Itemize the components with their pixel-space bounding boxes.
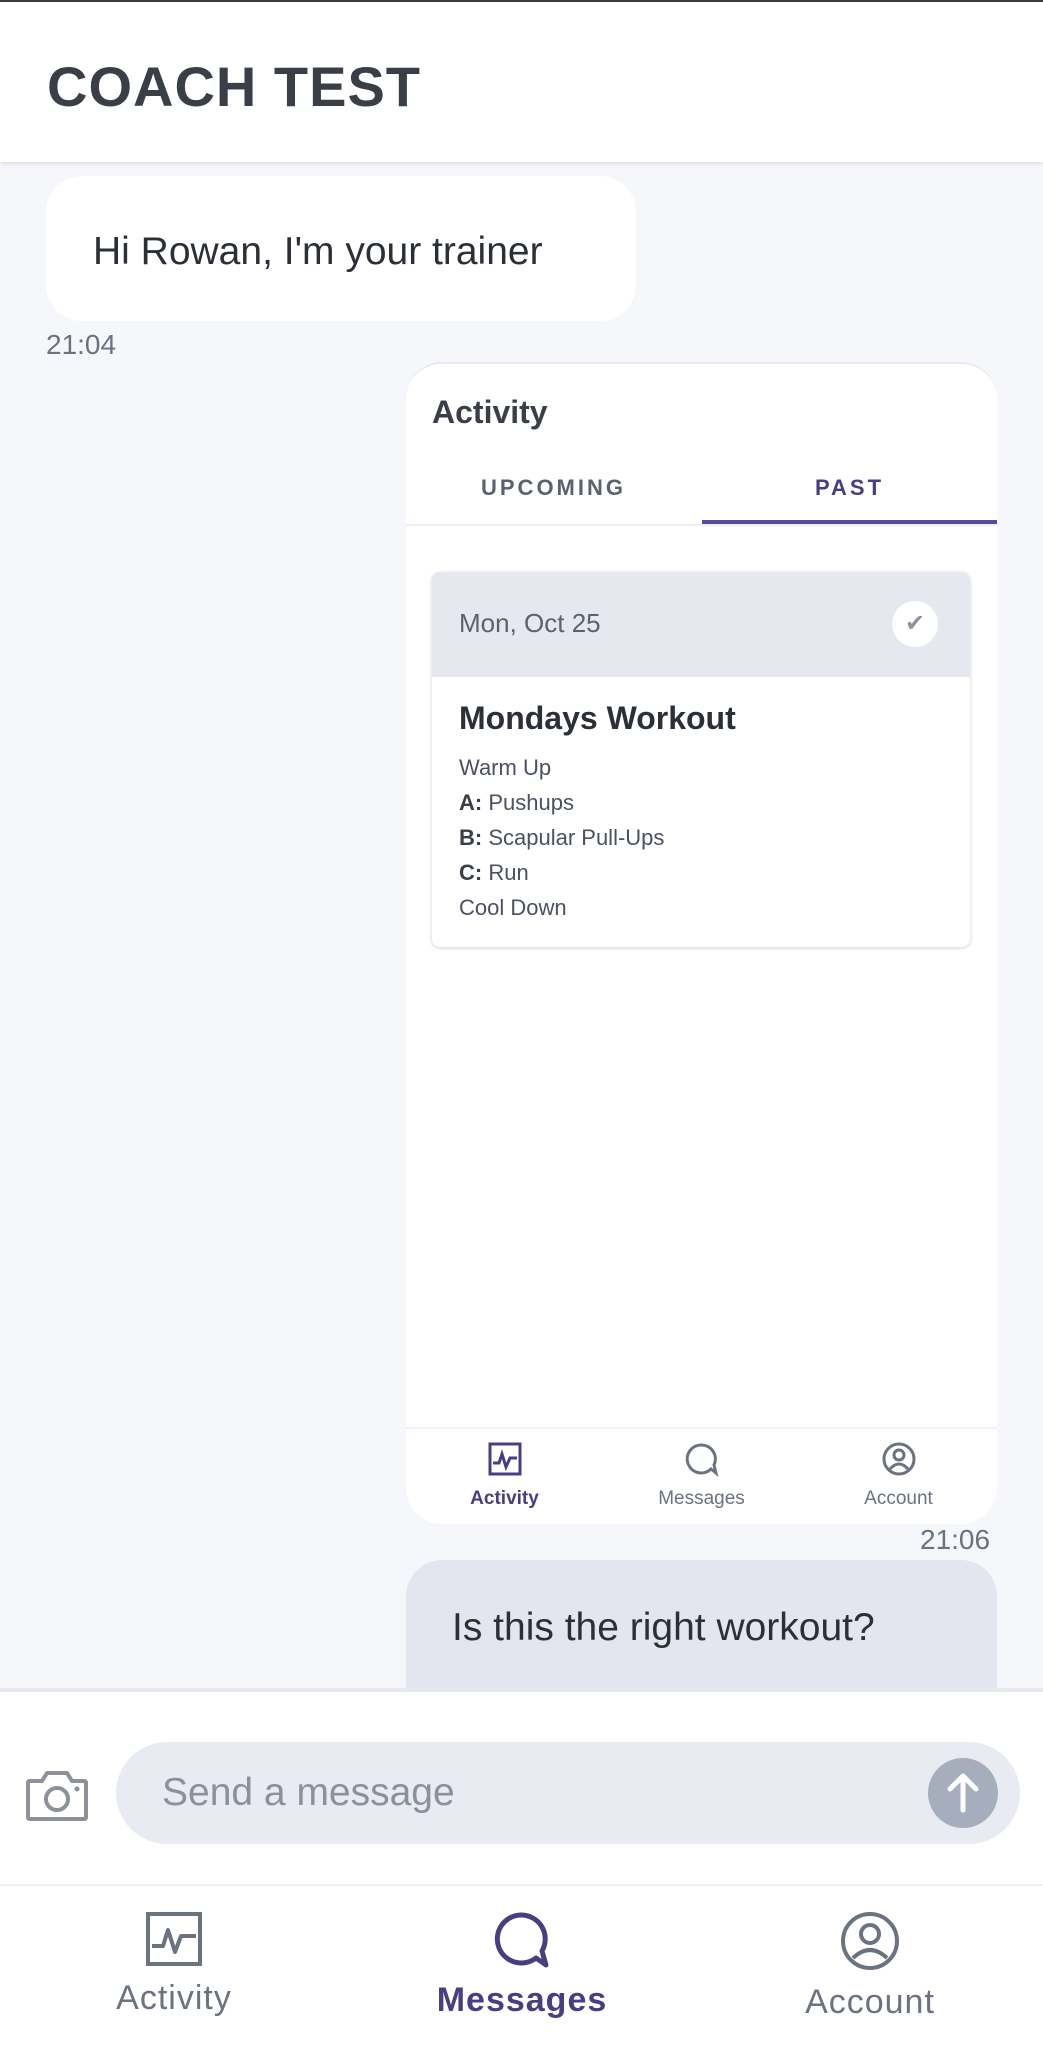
incoming-message: Hi Rowan, I'm your trainer xyxy=(46,176,636,321)
shared-screenshot[interactable]: Activity UPCOMING PAST Mon, Oct 25 ✔ Mon… xyxy=(406,362,997,1524)
screenshot-nav: Activity Messages Account xyxy=(406,1427,997,1524)
message-timestamp: 21:04 xyxy=(46,329,117,360)
outgoing-message: Is this the right workout? xyxy=(406,1560,997,1688)
screenshot-tab-upcoming: UPCOMING xyxy=(481,475,626,500)
message-thread[interactable]: Hi Rowan, I'm your trainer 21:04 Activit… xyxy=(0,164,1043,1688)
camera-icon[interactable] xyxy=(24,1767,90,1823)
chat-bubble-icon xyxy=(494,1912,549,1968)
workout-line: Cool Down xyxy=(459,895,567,920)
screenshot-nav-messages: Messages xyxy=(603,1441,800,1510)
arrow-up-icon xyxy=(947,1773,979,1813)
screenshot-nav-account: Account xyxy=(800,1441,997,1510)
workout-card: Mon, Oct 25 ✔ Mondays Workout Warm Up A:… xyxy=(432,572,970,947)
screenshot-title: Activity xyxy=(432,394,548,430)
send-button[interactable] xyxy=(928,1758,998,1828)
nav-item-messages[interactable]: Messages xyxy=(348,1910,696,2020)
screenshot-tab-past: PAST xyxy=(702,452,997,524)
incoming-message-text: Hi Rowan, I'm your trainer xyxy=(93,230,543,273)
chat-bubble-icon xyxy=(685,1443,719,1477)
workout-line: Warm Up xyxy=(459,755,552,780)
nav-item-account[interactable]: Account xyxy=(696,1910,1043,2022)
activity-icon xyxy=(146,1912,202,1966)
nav-label: Account xyxy=(805,1983,935,2021)
message-input[interactable] xyxy=(116,1742,1020,1844)
workout-line: B: Scapular Pull-Ups xyxy=(459,825,665,850)
account-icon xyxy=(841,1912,899,1970)
workout-card-header: Mon, Oct 25 ✔ xyxy=(432,572,970,677)
workout-line: C: Run xyxy=(459,860,529,885)
workout-date: Mon, Oct 25 xyxy=(459,608,601,638)
activity-icon xyxy=(488,1442,521,1476)
screenshot-tabs: UPCOMING PAST xyxy=(406,452,997,526)
page-title: COACH TEST xyxy=(47,55,421,118)
nav-item-activity[interactable]: Activity xyxy=(0,1910,348,2018)
message-composer xyxy=(0,1688,1043,1888)
bottom-nav: Activity Messages Account xyxy=(0,1884,1043,2050)
account-icon xyxy=(882,1442,915,1476)
workout-name: Mondays Workout xyxy=(459,700,736,736)
app-header: COACH TEST xyxy=(0,2,1043,162)
message-timestamp: 21:06 xyxy=(920,1524,991,1555)
workout-line: A: Pushups xyxy=(459,790,574,815)
screenshot-nav-activity: Activity xyxy=(406,1441,603,1510)
nav-label: Activity xyxy=(116,1979,232,2017)
check-icon: ✔ xyxy=(892,601,938,647)
outgoing-message-text: Is this the right workout? xyxy=(452,1606,875,1649)
nav-label: Messages xyxy=(436,1981,608,2019)
